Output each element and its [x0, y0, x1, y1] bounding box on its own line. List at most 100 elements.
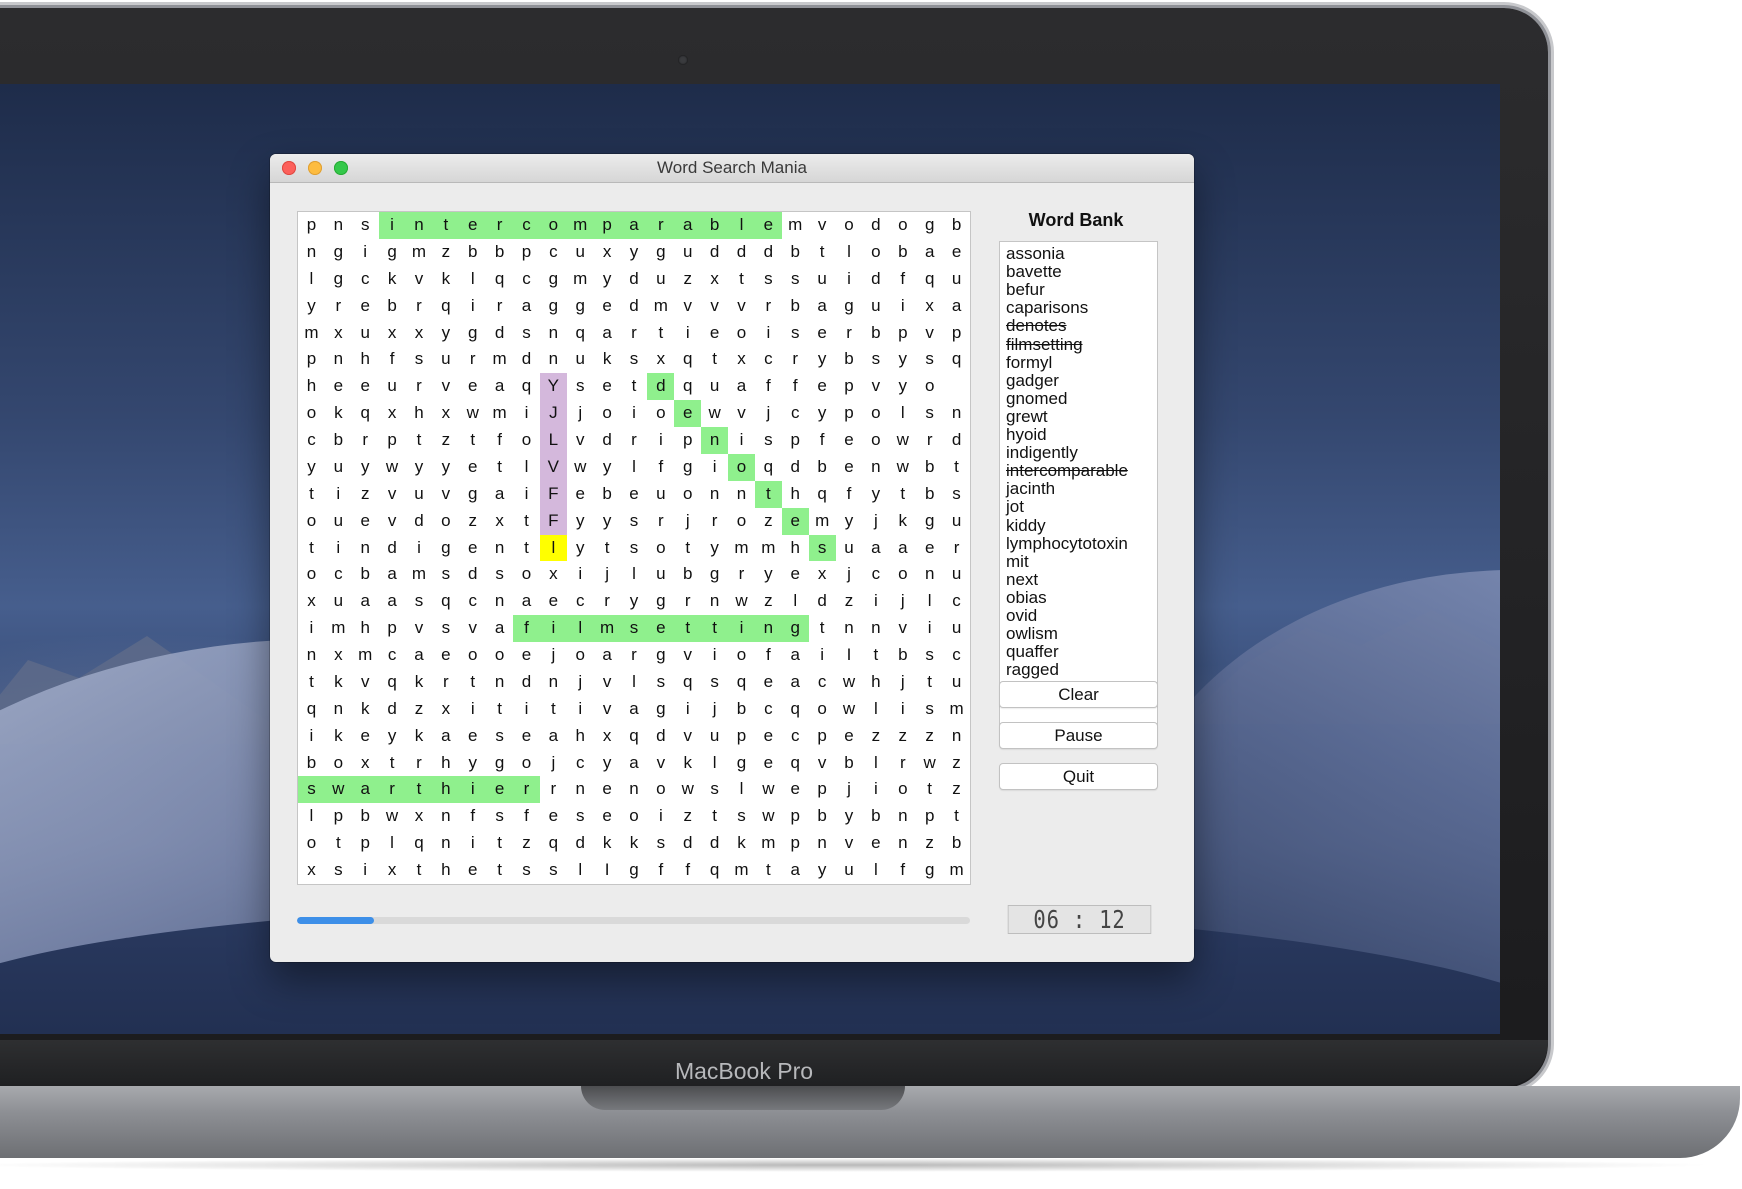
grid-cell[interactable]: n — [486, 535, 513, 562]
grid-cell[interactable]: b — [486, 239, 513, 266]
grid-cell[interactable]: n — [325, 346, 352, 373]
grid-cell[interactable]: b — [782, 239, 809, 266]
grid-cell[interactable]: n — [567, 776, 594, 803]
grid-cell[interactable]: u — [943, 669, 970, 696]
grid-cell[interactable]: i — [459, 830, 486, 857]
grid-cell[interactable]: l — [621, 454, 648, 481]
grid-cell[interactable]: r — [755, 293, 782, 320]
grid-cell[interactable]: i — [567, 696, 594, 723]
grid-cell[interactable]: s — [701, 776, 728, 803]
grid-cell[interactable]: v — [916, 320, 943, 347]
grid-cell[interactable]: d — [513, 346, 540, 373]
grid-cell[interactable]: p — [782, 830, 809, 857]
grid-cell[interactable]: g — [647, 588, 674, 615]
grid-cell[interactable]: b — [836, 750, 863, 777]
grid-cell[interactable]: p — [513, 239, 540, 266]
grid-cell[interactable]: y — [836, 508, 863, 535]
grid-cell[interactable]: I — [594, 857, 621, 884]
grid-cell[interactable]: s — [862, 346, 889, 373]
grid-cell[interactable]: u — [674, 239, 701, 266]
grid-cell[interactable]: n — [701, 481, 728, 508]
grid-cell[interactable]: h — [352, 346, 379, 373]
grid-cell[interactable]: t — [406, 427, 433, 454]
word-bank-item[interactable]: filmsetting — [1006, 335, 1083, 355]
grid-cell[interactable]: n — [916, 561, 943, 588]
grid-cell[interactable]: e — [540, 803, 567, 830]
grid-cell[interactable]: a — [916, 239, 943, 266]
grid-cell[interactable]: m — [728, 857, 755, 884]
grid-cell[interactable]: v — [406, 615, 433, 642]
grid-cell[interactable]: s — [406, 346, 433, 373]
grid-cell[interactable]: i — [325, 535, 352, 562]
grid-cell[interactable]: l — [566, 615, 594, 643]
grid-cell[interactable]: o — [647, 535, 674, 562]
grid-cell[interactable]: r — [916, 427, 943, 454]
grid-cell[interactable]: l — [298, 803, 325, 830]
grid-cell[interactable]: r — [378, 776, 406, 804]
grid-cell[interactable]: u — [406, 481, 433, 508]
grid-cell[interactable]: z — [755, 508, 782, 535]
grid-cell[interactable]: y — [352, 454, 379, 481]
grid-cell[interactable]: n — [486, 588, 513, 615]
grid-cell[interactable]: d — [647, 373, 675, 401]
grid-cell[interactable]: a — [782, 642, 809, 669]
grid-cell[interactable]: b — [836, 346, 863, 373]
grid-cell[interactable]: t — [432, 212, 460, 239]
grid-cell[interactable]: n — [701, 427, 729, 454]
grid-cell[interactable]: i — [647, 803, 674, 830]
grid-cell[interactable]: x — [432, 696, 459, 723]
grid-cell[interactable]: g — [432, 535, 459, 562]
grid-cell[interactable]: t — [809, 239, 836, 266]
grid-cell[interactable]: x — [352, 750, 379, 777]
grid-cell[interactable]: v — [728, 400, 755, 427]
grid-cell[interactable]: w — [701, 400, 728, 427]
grid-cell[interactable]: u — [647, 561, 674, 588]
grid-cell[interactable]: z — [432, 239, 459, 266]
grid-cell[interactable]: p — [809, 723, 836, 750]
grid-cell[interactable]: y — [432, 454, 459, 481]
grid-cell[interactable]: e — [782, 776, 809, 803]
grid-cell[interactable]: e — [459, 454, 486, 481]
grid-cell[interactable]: z — [889, 723, 916, 750]
grid-cell[interactable]: d — [943, 427, 970, 454]
grid-cell[interactable]: s — [755, 266, 782, 293]
grid-cell[interactable]: a — [406, 642, 433, 669]
grid-cell[interactable]: r — [782, 346, 809, 373]
grid-cell[interactable]: l — [379, 830, 406, 857]
grid-cell[interactable]: n — [540, 320, 567, 347]
grid-cell[interactable]: c — [513, 266, 540, 293]
grid-cell[interactable]: s — [621, 535, 648, 562]
grid-cell[interactable]: b — [943, 212, 970, 239]
grid-cell[interactable]: J — [539, 400, 567, 428]
grid-cell[interactable]: e — [540, 588, 567, 615]
grid-cell[interactable]: b — [889, 642, 916, 669]
grid-cell[interactable]: x — [540, 561, 567, 588]
grid-cell[interactable]: z — [674, 803, 701, 830]
grid-cell[interactable]: x — [406, 803, 433, 830]
grid-cell[interactable]: t — [674, 535, 701, 562]
word-bank-item[interactable]: hyoid — [1006, 425, 1047, 445]
grid-cell[interactable]: a — [486, 615, 513, 642]
grid-cell[interactable]: c — [782, 400, 809, 427]
grid-cell[interactable]: s — [540, 857, 567, 884]
grid-cell[interactable]: u — [836, 857, 863, 884]
grid-cell[interactable]: c — [567, 588, 594, 615]
grid-cell[interactable]: r — [486, 212, 514, 239]
grid-cell[interactable]: i — [674, 320, 701, 347]
grid-cell[interactable]: r — [943, 535, 970, 562]
grid-cell[interactable]: g — [567, 293, 594, 320]
grid-cell[interactable]: i — [298, 615, 325, 642]
grid-cell[interactable]: e — [352, 373, 379, 400]
grid-cell[interactable]: a — [809, 293, 836, 320]
grid-cell[interactable]: n — [862, 615, 889, 642]
grid-cell[interactable]: f — [674, 857, 701, 884]
grid-cell[interactable]: x — [809, 561, 836, 588]
grid-cell[interactable]: g — [459, 320, 486, 347]
grid-cell[interactable]: i — [539, 615, 567, 643]
grid-cell[interactable]: e — [325, 373, 352, 400]
grid-cell[interactable]: n — [432, 830, 459, 857]
grid-cell[interactable]: s — [916, 400, 943, 427]
word-bank-item[interactable]: caparisons — [1006, 298, 1088, 318]
grid-cell[interactable]: i — [352, 239, 379, 266]
grid-cell[interactable]: t — [809, 615, 836, 642]
